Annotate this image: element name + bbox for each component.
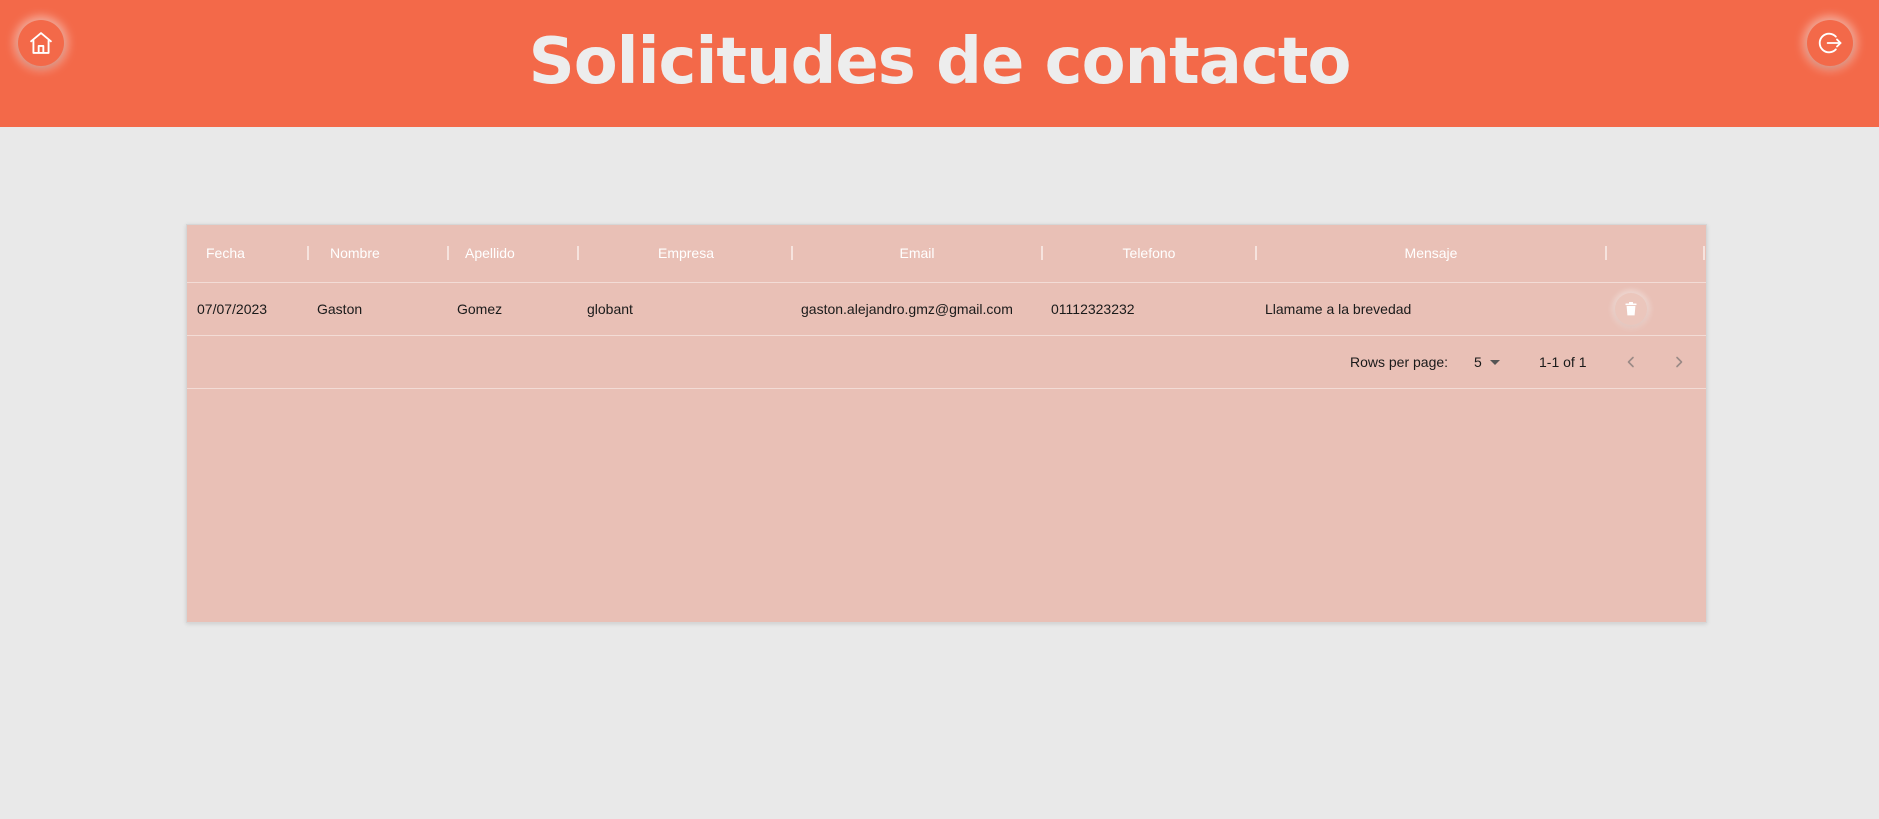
logout-button[interactable]: [1807, 20, 1853, 66]
rows-per-page-select[interactable]: 5: [1474, 336, 1500, 388]
column-separator[interactable]: [447, 246, 449, 260]
cell-nombre: Gaston: [317, 301, 363, 317]
table-header: Fecha Nombre Apellido Empresa Email Tele…: [187, 225, 1706, 283]
table-pagination: Rows per page: 5 1-1 of 1: [187, 336, 1706, 389]
rows-per-page-label: Rows per page:: [1350, 354, 1449, 370]
column-header-mensaje[interactable]: Mensaje: [1257, 225, 1605, 282]
logout-icon: [1818, 32, 1842, 54]
column-header-nombre[interactable]: Nombre: [330, 225, 430, 282]
rows-per-page-value: 5: [1474, 354, 1482, 370]
column-header-email[interactable]: Email: [793, 225, 1041, 282]
cell-apellido: Gomez: [457, 301, 503, 317]
trash-icon: [1625, 302, 1637, 316]
column-header-telefono[interactable]: Telefono: [1043, 225, 1255, 282]
caret-down-icon: [1489, 359, 1500, 365]
cell-fecha: 07/07/2023: [197, 301, 268, 317]
cell-telefono: 01112323232: [1051, 301, 1135, 317]
delete-button[interactable]: [1615, 293, 1647, 325]
column-separator[interactable]: [1703, 246, 1705, 260]
next-page-button[interactable]: [1665, 348, 1693, 376]
chevron-left-icon: [1627, 356, 1634, 368]
pagination-range: 1-1 of 1: [1539, 354, 1587, 370]
contact-requests-table: Fecha Nombre Apellido Empresa Email Tele…: [186, 224, 1707, 623]
chevron-right-icon: [1676, 356, 1683, 368]
column-header-empresa[interactable]: Empresa: [579, 225, 793, 282]
previous-page-button[interactable]: [1617, 348, 1645, 376]
column-separator[interactable]: [1605, 246, 1607, 260]
column-header-apellido[interactable]: Apellido: [465, 225, 565, 282]
table-row[interactable]: 07/07/2023 Gaston Gomez globant gaston.a…: [187, 283, 1706, 336]
page-title: Solicitudes de contacto: [528, 25, 1352, 99]
cell-email: gaston.alejandro.gmz@gmail.com: [801, 301, 1013, 317]
column-header-fecha[interactable]: Fecha: [206, 225, 296, 282]
cell-empresa: globant: [587, 301, 633, 317]
cell-mensaje: Llamame a la brevedad: [1265, 301, 1412, 317]
column-separator[interactable]: [307, 246, 309, 260]
header-bar: Solicitudes de contacto: [0, 0, 1879, 127]
